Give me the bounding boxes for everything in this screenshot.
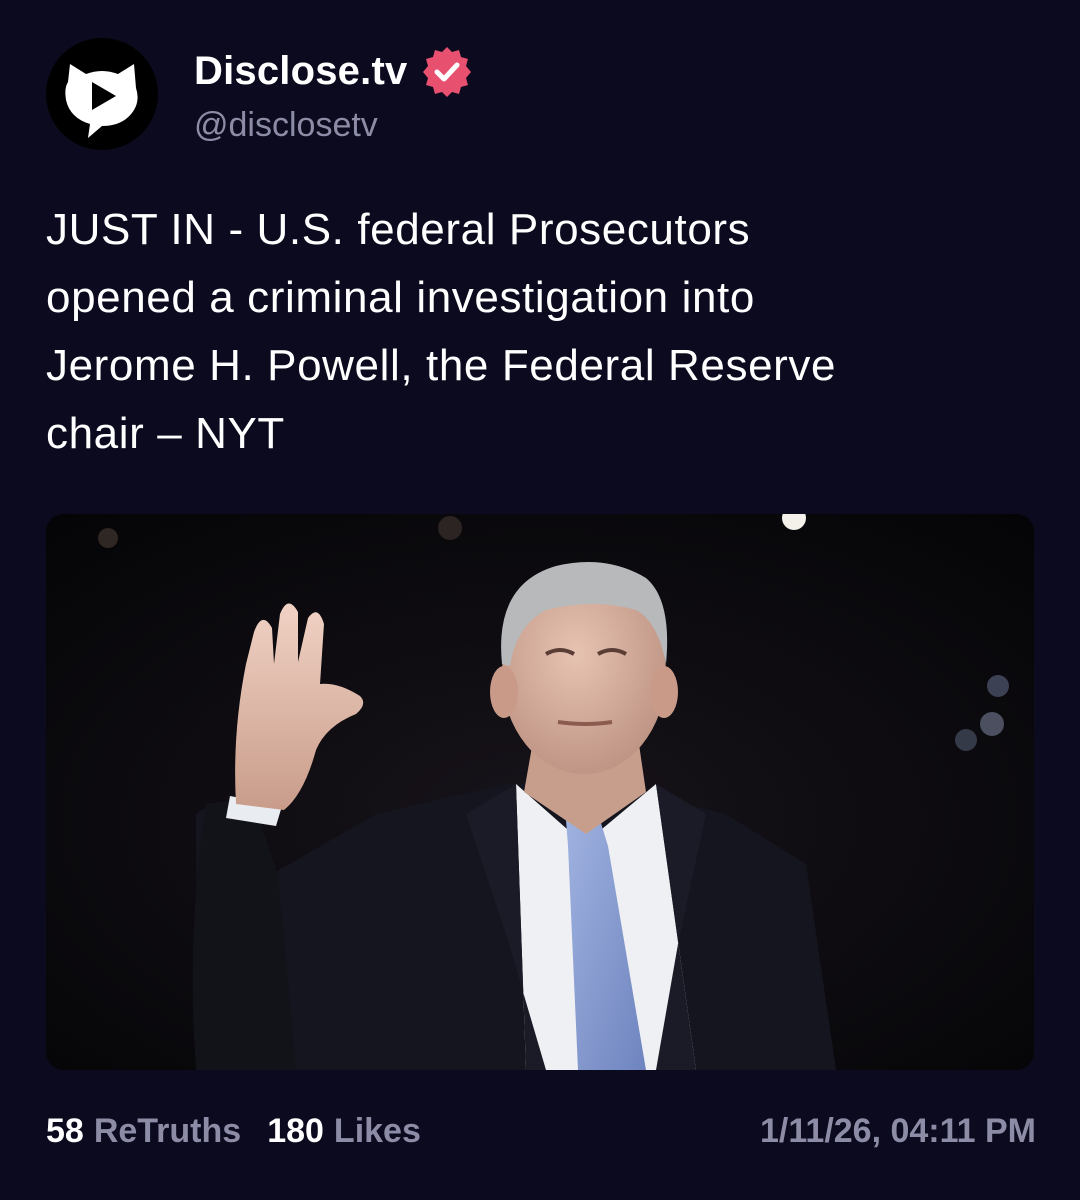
- post-image[interactable]: [46, 514, 1034, 1070]
- verified-badge-icon: [419, 44, 475, 100]
- post-text: JUST IN - U.S. federal Prosecutors opene…: [46, 205, 837, 458]
- retruths-count: 58: [46, 1112, 84, 1150]
- retruths-label: ReTruths: [93, 1112, 242, 1150]
- play-chat-bubble-icon: [65, 64, 138, 138]
- retruths-stat[interactable]: 58 ReTruths: [46, 1112, 241, 1151]
- account-names: Disclose.tv @disclosetv: [194, 44, 475, 145]
- likes-label: Likes: [333, 1112, 421, 1150]
- display-name: Disclose.tv: [194, 49, 408, 93]
- post-footer: 58 ReTruths 180 Likes 1/11/26, 04:11 PM: [46, 1112, 1036, 1151]
- post-stats: 58 ReTruths 180 Likes: [46, 1112, 421, 1151]
- likes-stat[interactable]: 180 Likes: [267, 1112, 421, 1151]
- account-handle[interactable]: @disclosetv: [194, 106, 475, 145]
- display-name-row[interactable]: Disclose.tv: [194, 44, 475, 100]
- photo-illustration: [46, 514, 1034, 1070]
- likes-count: 180: [267, 1112, 324, 1150]
- post-header: Disclose.tv @disclosetv: [46, 38, 475, 150]
- avatar[interactable]: [46, 38, 158, 150]
- post-timestamp: 1/11/26, 04:11 PM: [760, 1112, 1036, 1150]
